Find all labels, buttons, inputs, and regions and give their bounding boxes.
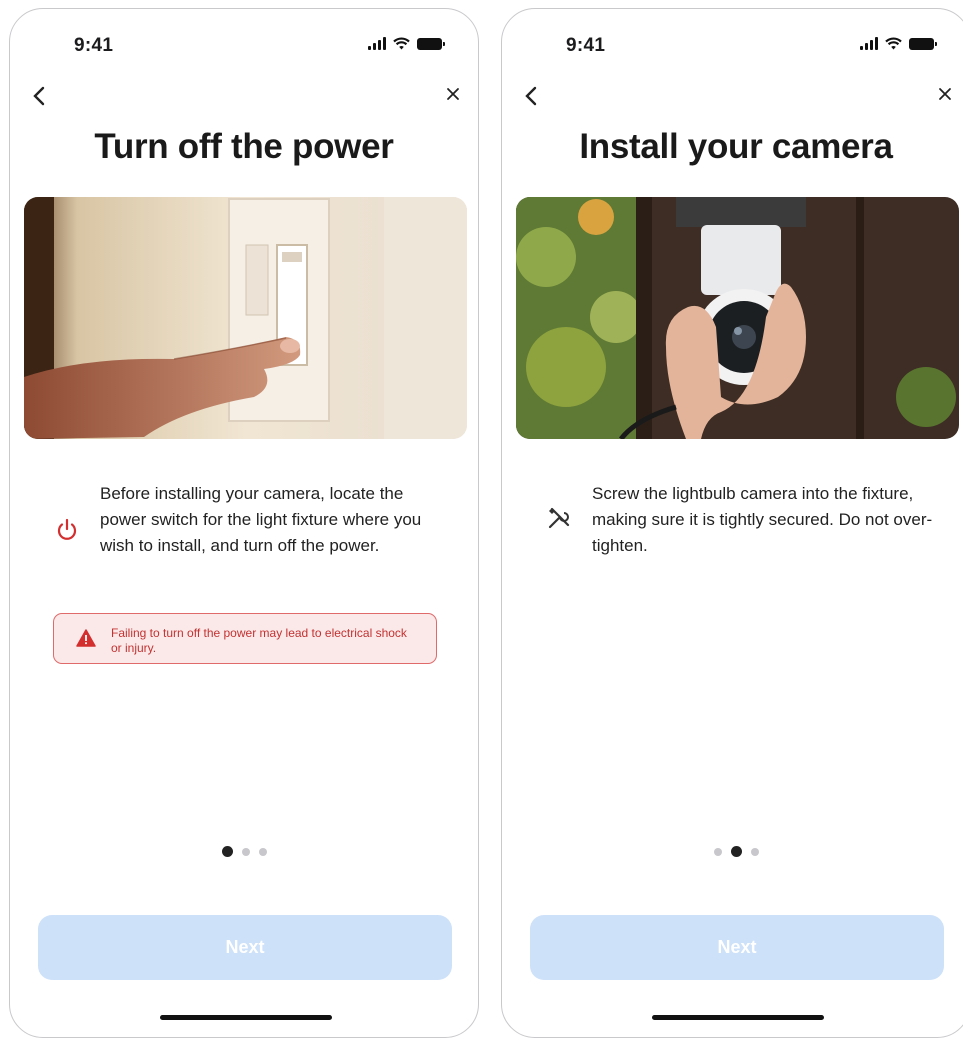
page-dot-3 xyxy=(750,847,759,856)
pagination-dots xyxy=(10,846,478,857)
close-button[interactable] xyxy=(442,83,464,113)
wifi-icon xyxy=(393,37,410,50)
close-button[interactable] xyxy=(934,83,956,113)
home-indicator xyxy=(160,1015,332,1020)
onboarding-screen-install: 9:41 Install your camera Screw the light… xyxy=(501,8,963,1038)
page-dot-2 xyxy=(730,846,742,857)
status-time: 9:41 xyxy=(566,35,606,56)
status-time: 9:41 xyxy=(74,35,114,56)
warning-triangle-icon xyxy=(76,629,96,647)
status-bar-icons xyxy=(368,37,445,50)
back-button[interactable] xyxy=(524,83,546,113)
back-button[interactable] xyxy=(32,83,54,113)
page-dot-2 xyxy=(241,847,250,856)
page-title: Turn off the power xyxy=(94,127,394,166)
tools-icon xyxy=(548,507,570,529)
battery-icon xyxy=(909,37,937,50)
battery-icon xyxy=(417,37,445,50)
page-dot-3 xyxy=(258,847,267,856)
warning-banner: Failing to turn off the power may lead t… xyxy=(53,613,437,664)
hero-image-camera-install xyxy=(516,197,959,439)
chevron-left-icon xyxy=(525,86,537,106)
cellular-signal-icon xyxy=(368,37,386,50)
hero-image-light-switch xyxy=(24,197,467,439)
close-icon xyxy=(939,88,951,100)
cellular-signal-icon xyxy=(860,37,878,50)
next-button[interactable]: Next xyxy=(38,915,452,980)
page-dot-1 xyxy=(713,847,722,856)
home-indicator xyxy=(652,1015,824,1020)
warning-text: Failing to turn off the power may lead t… xyxy=(111,626,407,655)
close-icon xyxy=(447,88,459,100)
page-dot-1 xyxy=(221,846,233,857)
status-bar-icons xyxy=(860,37,937,50)
power-icon xyxy=(57,518,77,540)
instruction-text: Screw the lightbulb camera into the fixt… xyxy=(592,484,933,555)
pagination-dots xyxy=(502,846,963,857)
onboarding-screen-power: 9:41 Turn off the power Before installin… xyxy=(9,8,479,1038)
chevron-left-icon xyxy=(33,86,45,106)
page-title: Install your camera xyxy=(579,127,893,166)
next-button[interactable]: Next xyxy=(530,915,944,980)
instruction-text: Before installing your camera, locate th… xyxy=(100,484,422,555)
wifi-icon xyxy=(885,37,902,50)
